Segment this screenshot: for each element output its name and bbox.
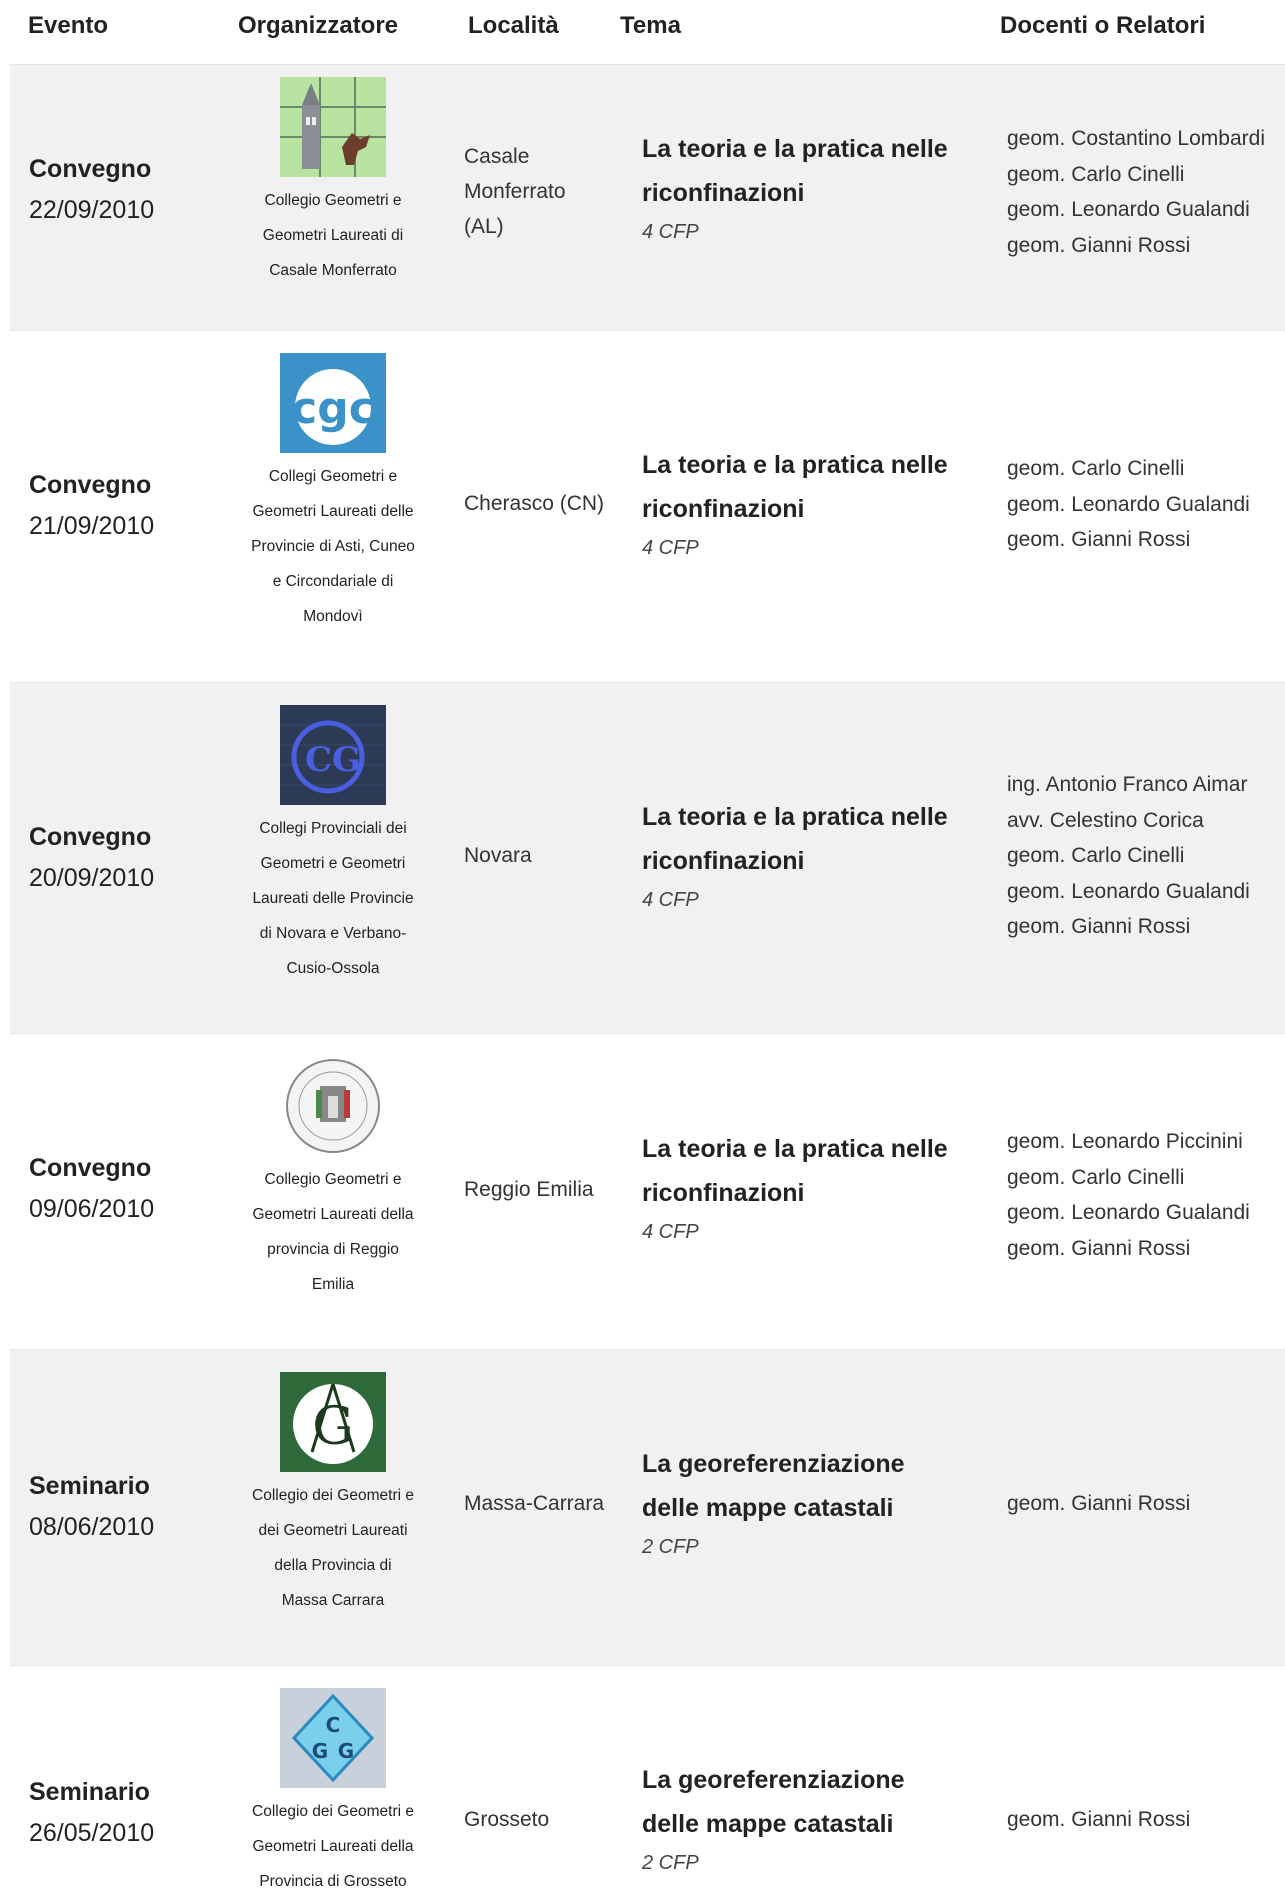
event-cell: Convegno 21/09/2010 <box>29 471 154 541</box>
tema-cell: La georeferenziazione delle mappe catast… <box>642 1758 962 1875</box>
event-cell: Convegno 09/06/2010 <box>29 1154 154 1224</box>
event-date: 26/05/2010 <box>29 1819 155 1847</box>
tema-title[interactable]: La georeferenziazione delle mappe catast… <box>642 1758 962 1846</box>
location: Casale Monferrato (AL) <box>464 145 566 238</box>
tema-cell: La teoria e la pratica nelle riconfinazi… <box>642 443 962 560</box>
reggio-seal-logo <box>280 1056 386 1156</box>
svg-text:G: G <box>312 1739 328 1763</box>
organizer-cell: CG Collegi Provinciali dei Geometri e Ge… <box>228 705 438 986</box>
event-cell: Convegno 20/09/2010 <box>29 823 154 893</box>
table-row: Convegno 20/09/2010 CG Collegi Provincia… <box>10 682 1285 1033</box>
event-type: Convegno <box>29 155 152 183</box>
cfp-credits: 4 CFP <box>642 537 699 559</box>
cg-novara-logo: CG <box>280 705 386 805</box>
cfp-credits: 2 CFP <box>642 1852 699 1874</box>
location: Reggio Emilia <box>464 1178 594 1201</box>
event-type: Convegno <box>29 471 152 499</box>
tema-cell: La teoria e la pratica nelle riconfinazi… <box>642 127 962 244</box>
organizer-cell: cgc Collegi Geometri e Geometri Laureati… <box>228 353 438 634</box>
cfp-credits: 4 CFP <box>642 889 699 911</box>
location: Cherasco (CN) <box>464 492 605 515</box>
speakers-list: geom. Costantino Lombardi geom. Carlo Ci… <box>1007 127 1265 257</box>
organizer-name: Collegio dei Geometri e dei Geometri Lau… <box>252 1487 414 1609</box>
tema-title[interactable]: La teoria e la pratica nelle riconfinazi… <box>642 443 962 531</box>
organizer-name: Collegio Geometri e Geometri Laureati de… <box>252 1171 414 1293</box>
cgc-blue-logo: cgc <box>280 353 386 453</box>
organizer-cell: Collegio Geometri e Geometri Laureati de… <box>228 1056 438 1302</box>
organizer-cell: Collegio Geometri e Geometri Laureati di… <box>228 77 438 288</box>
header-organizzatore: Organizzatore <box>238 12 399 39</box>
event-type: Convegno <box>29 823 152 851</box>
speakers-list: geom. Gianni Rossi <box>1007 1492 1191 1515</box>
location: Novara <box>464 844 532 867</box>
tema-title[interactable]: La teoria e la pratica nelle riconfinazi… <box>642 127 962 215</box>
speakers-list: ing. Antonio Franco Aimar avv. Celestino… <box>1007 773 1250 938</box>
speakers-list: geom. Carlo Cinelli geom. Leonardo Guala… <box>1007 457 1250 551</box>
event-date: 09/06/2010 <box>29 1195 155 1223</box>
speakers-list: geom. Gianni Rossi <box>1007 1808 1191 1831</box>
table-row: Seminario 08/06/2010 G Collegio dei Geom… <box>10 1349 1285 1665</box>
table-row: Convegno 21/09/2010 cgc Collegi Geometri… <box>10 330 1285 682</box>
tema-title[interactable]: La teoria e la pratica nelle riconfinazi… <box>642 795 962 883</box>
organizer-name: Collegi Geometri e Geometri Laureati del… <box>251 468 415 625</box>
tema-cell: La teoria e la pratica nelle riconfinazi… <box>642 1127 962 1244</box>
table-header: Evento Organizzatore Località Tema Docen… <box>0 0 1285 64</box>
events-table: Evento Organizzatore Località Tema Docen… <box>0 0 1285 1890</box>
organizer-cell: G Collegio dei Geometri e dei Geometri L… <box>228 1372 438 1618</box>
tema-cell: La teoria e la pratica nelle riconfinazi… <box>642 795 962 912</box>
organizer-name: Collegi Provinciali dei Geometri e Geome… <box>252 820 414 977</box>
table-row: Seminario 26/05/2010 C G G Collegio dei … <box>10 1665 1285 1890</box>
organizer-name: Collegio dei Geometri e Geometri Laureat… <box>252 1803 414 1890</box>
event-date: 20/09/2010 <box>29 864 155 892</box>
cfp-credits: 4 CFP <box>642 1221 699 1243</box>
svg-text:cgc: cgc <box>291 383 375 434</box>
event-cell: Seminario 26/05/2010 <box>29 1778 154 1848</box>
location: Massa-Carrara <box>464 1492 605 1515</box>
event-type: Seminario <box>29 1778 150 1806</box>
cfp-credits: 4 CFP <box>642 221 699 243</box>
event-cell: Seminario 08/06/2010 <box>29 1472 154 1542</box>
event-type: Seminario <box>29 1472 150 1500</box>
svg-text:C: C <box>326 1713 341 1737</box>
event-date: 22/09/2010 <box>29 196 155 224</box>
cfp-credits: 2 CFP <box>642 1536 699 1558</box>
event-cell: Convegno 22/09/2010 <box>29 155 154 225</box>
tema-cell: La georeferenziazione delle mappe catast… <box>642 1442 962 1559</box>
header-localita: Località <box>468 12 559 39</box>
header-docenti: Docenti o Relatori <box>1000 12 1206 39</box>
massa-compass-logo: G <box>280 1372 386 1472</box>
event-date: 21/09/2010 <box>29 512 155 540</box>
organizer-name: Collegio Geometri e Geometri Laureati di… <box>262 192 404 279</box>
header-evento: Evento <box>28 12 109 39</box>
svg-text:CG: CG <box>305 740 361 780</box>
tema-title[interactable]: La georeferenziazione delle mappe catast… <box>642 1442 962 1530</box>
event-type: Convegno <box>29 1154 152 1182</box>
tema-title[interactable]: La teoria e la pratica nelle riconfinazi… <box>642 1127 962 1215</box>
grosseto-cgg-logo: C G G <box>280 1688 386 1788</box>
event-date: 08/06/2010 <box>29 1513 155 1541</box>
table-row: Convegno 09/06/2010 Collegio Geometri e … <box>10 1033 1285 1349</box>
table-row: Convegno 22/09/2010 Collegio Geometri e … <box>10 64 1285 330</box>
casale-tower-logo <box>280 77 386 177</box>
header-tema: Tema <box>620 12 681 39</box>
svg-text:G: G <box>338 1739 354 1763</box>
location: Grosseto <box>464 1808 550 1831</box>
organizer-cell: C G G Collegio dei Geometri e Geometri L… <box>228 1688 438 1899</box>
speakers-list: geom. Leonardo Piccinini geom. Carlo Cin… <box>1007 1130 1250 1260</box>
